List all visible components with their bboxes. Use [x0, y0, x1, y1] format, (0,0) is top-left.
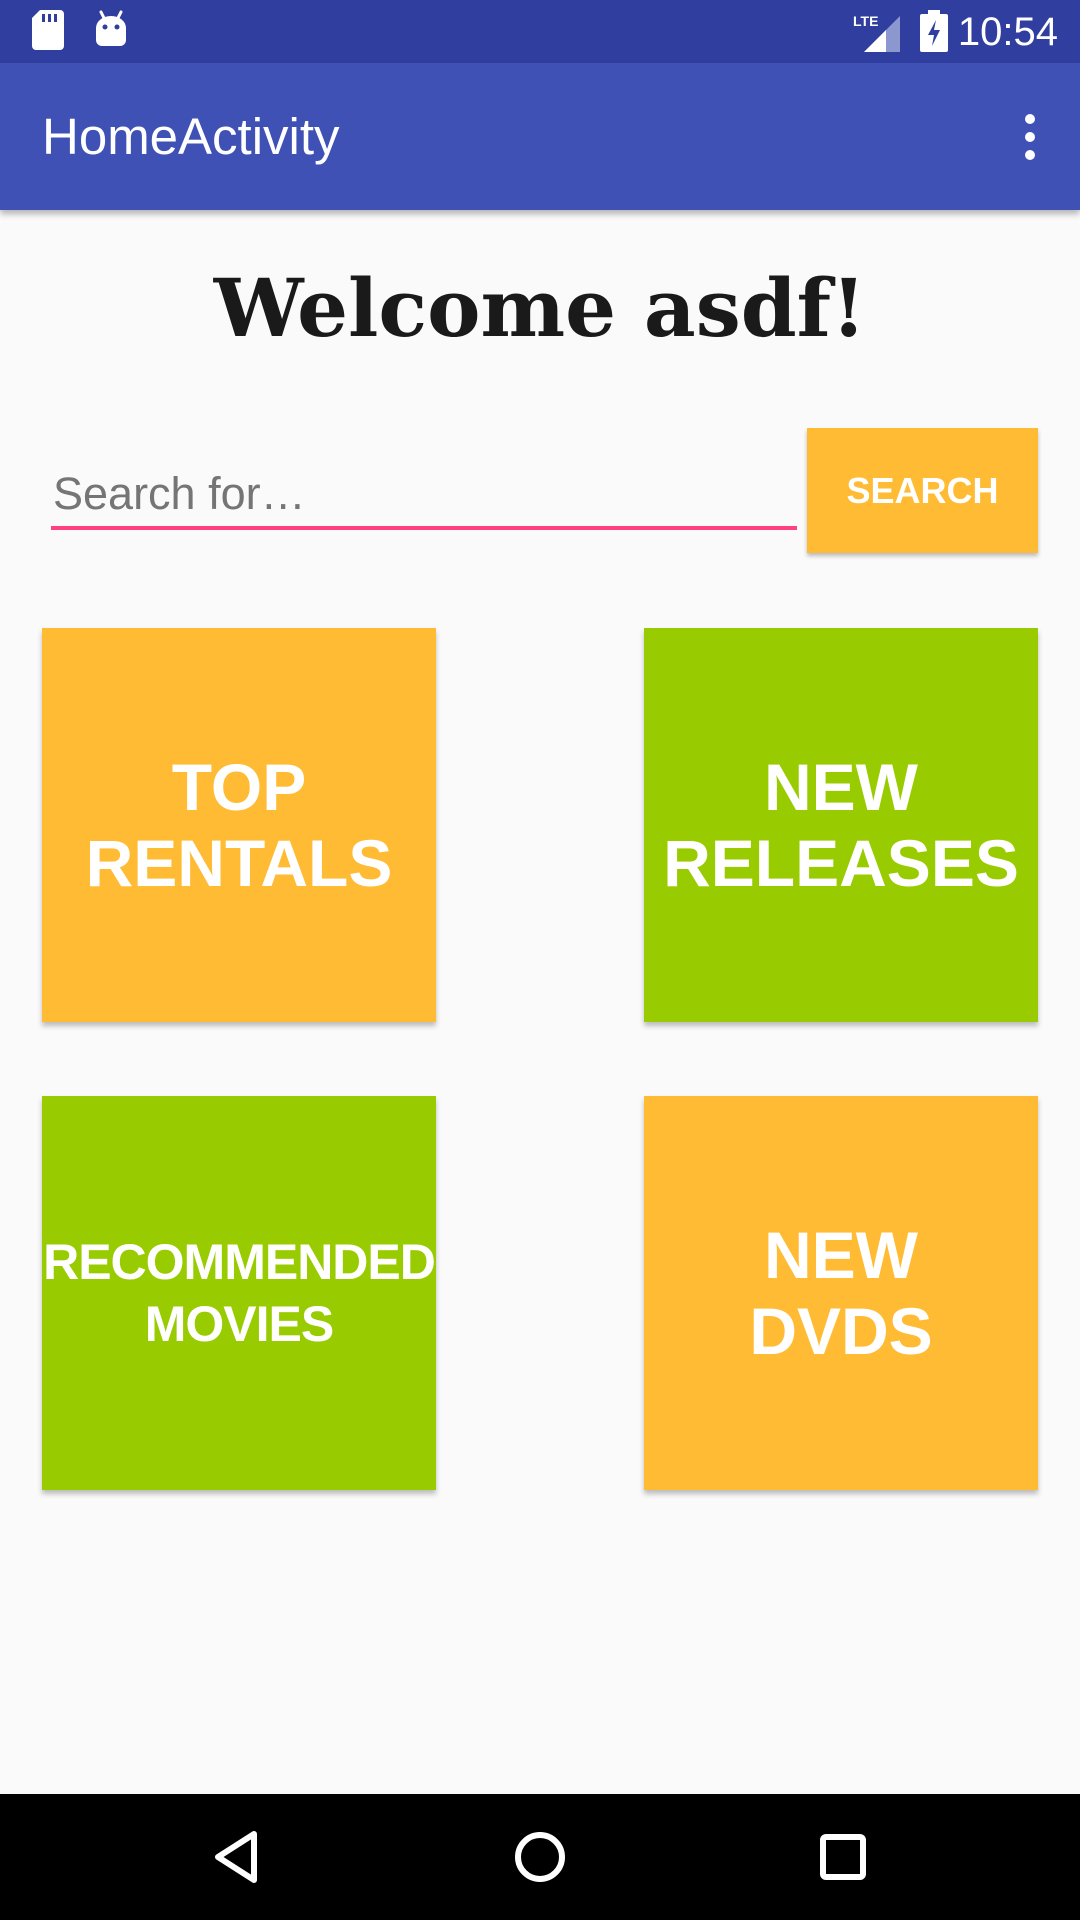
status-bar: LTE 10:54	[0, 0, 1080, 63]
more-vert-icon[interactable]	[1010, 105, 1050, 169]
recommended-movies-tile[interactable]: RECOMMENDED MOVIES	[42, 1096, 436, 1490]
welcome-heading: Welcome asdf!	[213, 261, 867, 355]
recommended-movies-label: RECOMMENDED MOVIES	[43, 1234, 436, 1352]
app-title: HomeActivity	[42, 108, 340, 165]
new-dvds-tile[interactable]: NEW DVDS	[644, 1096, 1038, 1490]
new-dvds-label: NEW DVDS	[749, 1218, 933, 1368]
lte-signal-icon: LTE	[852, 12, 900, 57]
new-releases-tile[interactable]: NEW RELEASES	[644, 628, 1038, 1022]
search-input[interactable]	[51, 462, 797, 530]
app-bar: HomeActivity	[0, 63, 1080, 210]
status-time: 10:54	[957, 10, 1058, 54]
home-screen: LTE 10:54 HomeActivity Welcome asdf! Sea…	[0, 0, 1080, 1920]
new-releases-label: NEW RELEASES	[663, 750, 1019, 900]
recents-icon[interactable]	[808, 1822, 878, 1892]
svg-text:LTE: LTE	[853, 13, 878, 29]
battery-charging-icon	[920, 10, 948, 57]
top-rentals-tile[interactable]: TOP RENTALS	[42, 628, 436, 1022]
navigation-bar	[0, 1794, 1080, 1920]
android-icon	[94, 10, 128, 53]
home-icon[interactable]	[505, 1822, 575, 1892]
top-rentals-label: TOP RENTALS	[85, 750, 393, 900]
search-button[interactable]: SEARCH	[807, 428, 1038, 553]
back-icon[interactable]	[202, 1822, 272, 1892]
sd-card-icon	[32, 10, 64, 55]
